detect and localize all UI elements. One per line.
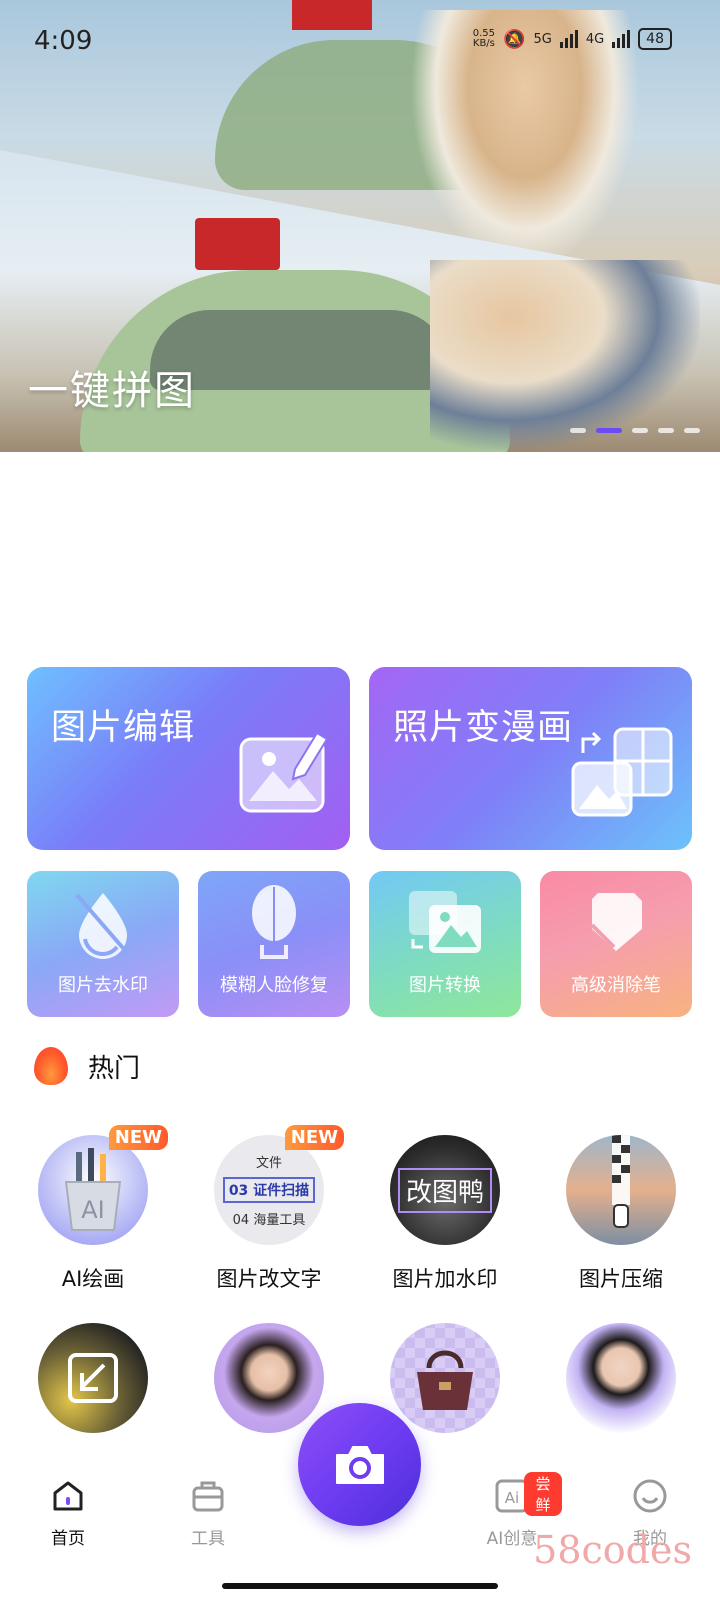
ai-painting-thumb: AI (38, 1135, 148, 1245)
hot-item-label: 图片加水印 (392, 1267, 498, 1291)
hot-section-header: 热门 (34, 1047, 140, 1085)
hot-item-image-compress[interactable]: 图片压缩 (546, 1135, 696, 1293)
hot-item-add-watermark[interactable]: 改图鸭 图片加水印 (370, 1135, 520, 1293)
image-to-text-thumb: 文件 03 证件扫描 04 海量工具 (214, 1135, 324, 1245)
feature-image-convert[interactable]: 图片转换 (369, 871, 521, 1017)
mute-bell-icon: 🔕 (503, 28, 526, 50)
hot-item-label: 图片压缩 (579, 1267, 663, 1291)
pencil-cup-icon: AI (64, 1148, 122, 1231)
hot-item-thumb (566, 1135, 676, 1245)
battery-icon: 48 (638, 28, 672, 50)
banner-person-bottom (430, 260, 700, 450)
banner-title: 一键拼图 (28, 368, 196, 414)
tab-tools-label: 工具 (191, 1529, 225, 1549)
thumb-text-line: 04 海量工具 (232, 1213, 306, 1228)
bag-thumb (390, 1323, 500, 1433)
svg-text:Ai: Ai (505, 1489, 519, 1507)
portrait-thumb (214, 1323, 324, 1433)
feature-watermark-remove-label: 图片去水印 (58, 975, 148, 996)
signal-bars-icon (559, 30, 578, 48)
hot-section-title: 热门 (88, 1053, 141, 1084)
status-bar: 4:09 0.55 KB/s 🔕 5G 4G 48 (0, 0, 720, 80)
signal-label-1: 5G (533, 31, 552, 47)
carousel-dot[interactable] (632, 428, 648, 433)
hot-item-label: AI绘画 (61, 1267, 125, 1291)
home-icon (53, 1481, 83, 1511)
face-restore-icon (252, 885, 296, 959)
home-indicator[interactable] (222, 1583, 498, 1589)
carousel-dot[interactable] (658, 428, 674, 433)
feature-image-convert-label: 图片转换 (409, 975, 481, 996)
new-badge: NEW (284, 1125, 344, 1150)
signal-bars-icon-2 (612, 30, 631, 48)
eraser-icon (590, 893, 642, 951)
feature-face-restore-label: 模糊人脸修复 (220, 975, 328, 996)
feature-eraser[interactable]: 高级消除笔 (540, 871, 692, 1017)
image-compress-thumb (566, 1135, 676, 1245)
new-badge: NEW (108, 1125, 168, 1150)
feature-face-restore[interactable]: 模糊人脸修复 (198, 871, 350, 1017)
smiley-icon (633, 1479, 667, 1513)
hot-item-resize[interactable] (18, 1323, 168, 1433)
add-watermark-thumb: 改图鸭 (390, 1135, 500, 1245)
image-convert-icon (409, 891, 481, 953)
hot-item-thumb: 改图鸭 (390, 1135, 500, 1245)
id-photo-thumb (566, 1323, 676, 1433)
hot-item-id-photo[interactable] (546, 1323, 696, 1433)
svg-text:AI: AI (81, 1196, 105, 1224)
resize-thumb (38, 1323, 148, 1433)
camera-icon (335, 1445, 384, 1484)
tab-home-label: 首页 (51, 1529, 85, 1549)
resize-icon (68, 1353, 118, 1403)
camera-button[interactable] (298, 1403, 421, 1526)
hot-item-image-to-text[interactable]: 文件 03 证件扫描 04 海量工具 NEW 图片改文字 (194, 1125, 344, 1293)
tab-home[interactable]: 首页 (18, 1478, 118, 1549)
feature-photo-to-comic-label: 照片变漫画 (393, 708, 574, 748)
tab-badge: 尝鲜 (524, 1472, 562, 1516)
hot-item-label: 图片改文字 (216, 1267, 322, 1291)
carousel-dots (570, 428, 700, 433)
net-speed: 0.55 KB/s (473, 29, 495, 49)
photo-edit-icon (239, 731, 329, 813)
watermark-text: 58codes (533, 1528, 692, 1572)
carousel-dot-active[interactable] (596, 428, 622, 433)
feature-photo-edit-label: 图片编辑 (51, 708, 196, 748)
zip-icon (612, 1135, 630, 1228)
tab-tools[interactable]: 工具 (158, 1478, 258, 1549)
feature-eraser-label: 高级消除笔 (571, 975, 661, 996)
net-speed-unit: KB/s (472, 38, 495, 49)
toolbox-icon (192, 1481, 224, 1512)
hot-item-thumb: 文件 03 证件扫描 04 海量工具 NEW (214, 1125, 344, 1245)
hot-item-ai-painting[interactable]: AI NEW AI绘画 (18, 1125, 168, 1293)
feature-photo-to-comic[interactable]: 照片变漫画 (369, 667, 692, 850)
thumb-text-line: 03 证件扫描 (222, 1177, 316, 1203)
carousel-dot[interactable] (570, 428, 586, 433)
status-time: 4:09 (34, 26, 93, 56)
banner-cooler (195, 218, 280, 270)
watermark-remove-icon (75, 893, 131, 959)
flame-icon (34, 1047, 68, 1085)
status-icons: 0.55 KB/s 🔕 5G 4G 48 (473, 28, 672, 50)
signal-label-2: 4G (585, 31, 605, 47)
hot-item-thumb: AI NEW (38, 1125, 168, 1245)
thumb-text-line: 文件 (255, 1156, 282, 1171)
feature-photo-edit[interactable]: 图片编辑 (27, 667, 350, 850)
handbag-icon (417, 1350, 473, 1410)
thumb-watermark-text: 改图鸭 (397, 1167, 492, 1213)
comic-grid-icon (571, 727, 673, 817)
feature-watermark-remove[interactable]: 图片去水印 (27, 871, 179, 1017)
carousel-dot[interactable] (684, 428, 700, 433)
